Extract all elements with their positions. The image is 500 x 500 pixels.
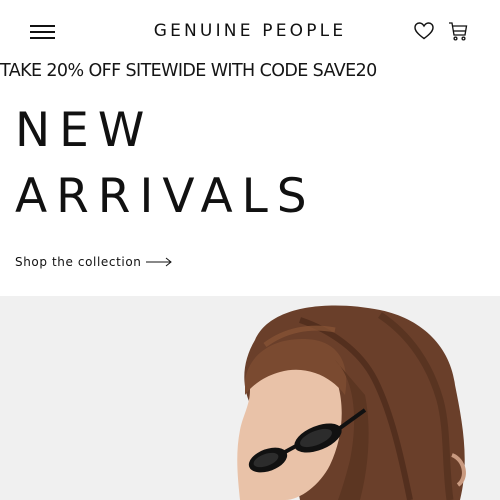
woman-with-sunglasses-photo [237,305,466,500]
heart-icon[interactable] [413,20,435,42]
site-header: GENUINE PEOPLE [0,0,500,62]
hero-image [0,296,500,500]
shop-collection-label: Shop the collection [15,255,142,269]
page: GENUINE PEOPLE TAKE 20% OFF SITEWIDE WIT… [0,0,500,500]
hamburger-icon[interactable] [30,23,56,41]
shopping-bag-icon[interactable] [447,20,469,42]
hero-title-line-2: ARRIVALS [15,169,316,224]
hero-title-line-1: NEW [15,103,154,158]
long-arrow-right-icon [146,257,173,267]
brand-name[interactable]: GENUINE PEOPLE [154,21,347,41]
shop-collection-link[interactable]: Shop the collection [15,254,173,270]
promo-banner: TAKE 20% OFF SITEWIDE WITH CODE SAVE20 [0,61,377,81]
